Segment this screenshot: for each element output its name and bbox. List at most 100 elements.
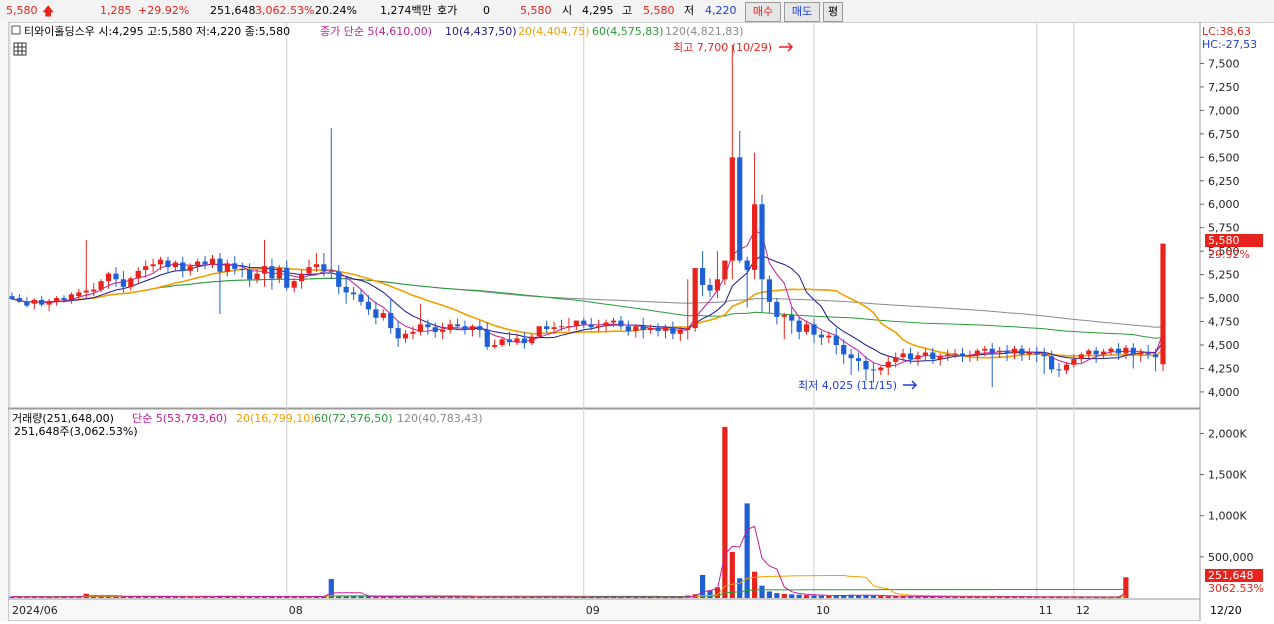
- candle-body-up: [900, 353, 906, 358]
- volume-axis-ticks: 2,000K 1,500K 1,000K 500,000: [1200, 427, 1254, 564]
- price-axis-ticks: 7,500 7,250 7,000 6,750 6,500 6,250 6,000 5,750…: [1200, 57, 1240, 399]
- candle-body-down: [358, 294, 364, 302]
- candle-body-down: [789, 314, 795, 321]
- candle-body-up: [209, 258, 216, 265]
- candle-body-up: [781, 314, 787, 317]
- candle-body-up: [878, 367, 884, 371]
- hoga-price: 5,580: [520, 4, 552, 17]
- candle-body-down: [1115, 348, 1122, 354]
- chart-area[interactable]: 7,500 7,250 7,000 6,750 6,500 6,250 6,000 5,750…: [7, 21, 1274, 622]
- candle-body-down: [343, 286, 349, 293]
- candle-body-up: [1160, 243, 1166, 365]
- candle-body-down: [202, 261, 208, 265]
- price-tick-label: 7,000: [1208, 104, 1240, 117]
- candle-body-down: [39, 299, 45, 305]
- candle-body-down: [848, 354, 854, 359]
- candle-body-up: [76, 292, 82, 297]
- volume-bar: [803, 595, 810, 598]
- candle-body-up: [53, 298, 60, 302]
- candle-body-up: [596, 326, 602, 328]
- candle-body-up: [143, 266, 149, 270]
- low-label: 저: [684, 4, 695, 17]
- candle-body-down: [759, 204, 765, 280]
- candle-body-down: [588, 324, 594, 328]
- volume-bar: [796, 594, 802, 598]
- stock-chart-svg[interactable]: 7,500 7,250 7,000 6,750 6,500 6,250 6,000 5,750…: [7, 21, 1274, 622]
- candle-body-up: [31, 299, 37, 304]
- month-label: 09: [586, 604, 600, 617]
- current-price: 5,580: [6, 4, 38, 17]
- candle-body-down: [477, 326, 483, 330]
- candle-body-up: [1123, 347, 1129, 354]
- candle-body-down: [989, 348, 995, 353]
- price-tick-label: 4,000: [1208, 386, 1240, 399]
- candle-body-down: [506, 339, 513, 343]
- candle-body-up: [46, 300, 52, 305]
- candle-body-down: [870, 369, 876, 371]
- candle-body-up: [469, 326, 475, 330]
- open-price: 4,295: [582, 4, 614, 17]
- candle-body-down: [766, 279, 773, 302]
- candle-body-up: [440, 329, 446, 332]
- candle-body-up: [566, 326, 572, 328]
- candle-body-up: [83, 290, 89, 293]
- candle-body-down: [388, 313, 394, 329]
- chart-settings-icon[interactable]: [11, 25, 21, 35]
- candle-body-up: [952, 353, 958, 355]
- candle-body-down: [9, 296, 15, 300]
- candle-body-down: [618, 320, 624, 327]
- candle-body-down: [544, 326, 550, 330]
- candle-body-up: [974, 350, 980, 356]
- candle-body-down: [959, 353, 966, 357]
- candle-body-down: [737, 157, 743, 261]
- sell-button[interactable]: 매도: [784, 2, 820, 22]
- candle-body-up: [499, 339, 505, 345]
- candle-body-up: [722, 260, 728, 280]
- volume-bar: [826, 595, 832, 598]
- buy-button[interactable]: 매수: [745, 2, 781, 22]
- candle-body-up: [573, 320, 579, 327]
- candle-body-down: [818, 334, 825, 338]
- volume-bar: [885, 596, 891, 598]
- candle-body-down: [811, 324, 817, 335]
- candle-body-down: [700, 268, 706, 285]
- candle-body-down: [1034, 352, 1040, 355]
- candle-body-up: [98, 281, 104, 290]
- candle-body-up: [1011, 348, 1018, 354]
- candle-body-up: [677, 329, 683, 334]
- grid-toggle-icon[interactable]: [13, 42, 27, 56]
- candle-body-down: [796, 320, 802, 332]
- candle-body-down: [707, 284, 713, 291]
- volume-bar: [878, 596, 884, 598]
- candle-body-up: [128, 278, 134, 287]
- candle-body-up: [633, 326, 639, 331]
- candle-body-down: [365, 301, 372, 310]
- candle-body-up: [685, 328, 691, 330]
- candle-body-up: [299, 273, 305, 282]
- eval-button[interactable]: 평: [823, 2, 843, 22]
- candle-body-up: [893, 357, 899, 362]
- candle-body-down: [521, 338, 527, 344]
- volume-tick-label: 2,000K: [1208, 427, 1247, 440]
- candle-body-down: [350, 292, 357, 295]
- candle-body-down: [239, 268, 245, 270]
- candle-body-down: [1145, 352, 1151, 355]
- candle-body-down: [373, 309, 379, 318]
- last-pct-tag-text: 29.92%: [1208, 248, 1250, 261]
- candle-body-up: [714, 279, 721, 291]
- candle-body-down: [180, 262, 186, 271]
- candle-body-up: [1100, 351, 1107, 355]
- volume-bar: [774, 593, 780, 598]
- month-label: 2024/06: [12, 604, 58, 617]
- candle-body-up: [380, 313, 386, 318]
- candle-body-down: [833, 335, 839, 345]
- month-label: 11: [1039, 604, 1053, 617]
- candle-body-down: [165, 260, 171, 268]
- candle-body-up: [91, 289, 97, 292]
- candle-body-up: [729, 157, 735, 261]
- candle-body-down: [454, 324, 461, 327]
- candle-body-up: [885, 361, 891, 368]
- legend-volume-ma20: 20(16,799,10): [236, 412, 315, 425]
- volume-sub-label: 251,648주(3,062.53%): [14, 425, 138, 438]
- candle-body-up: [261, 266, 268, 274]
